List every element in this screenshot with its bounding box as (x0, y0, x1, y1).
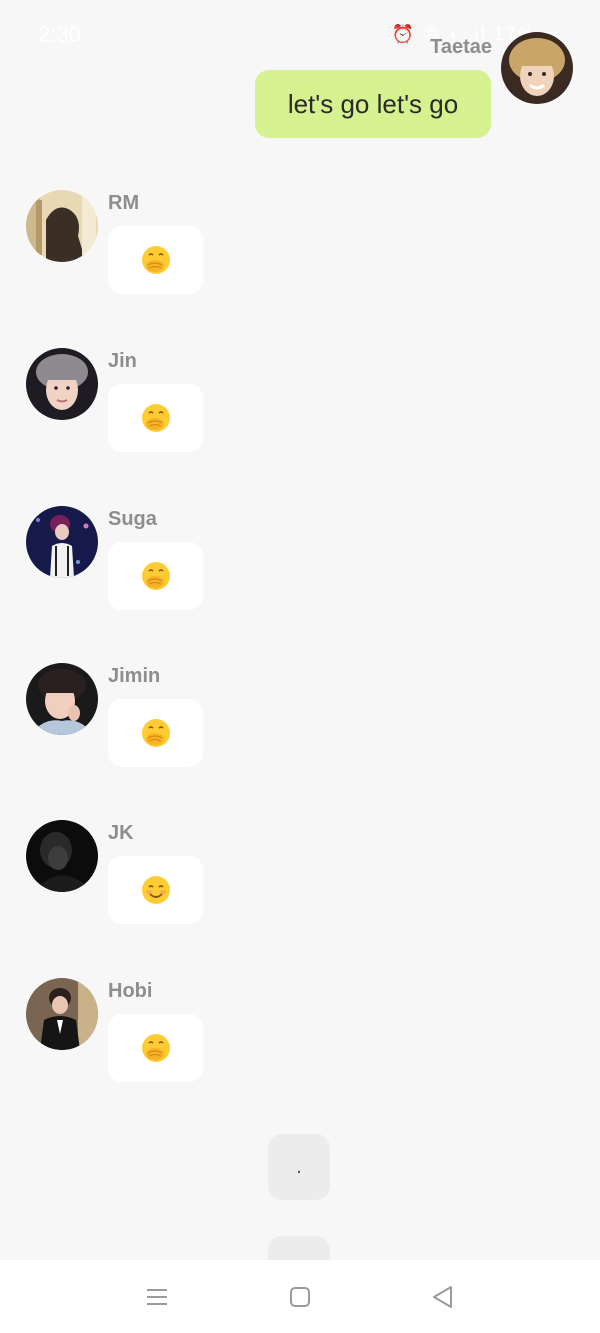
avatar-jin[interactable] (26, 348, 98, 420)
sender-name: Suga (108, 508, 157, 530)
hand-over-mouth-icon (141, 404, 170, 432)
message-row-hobi: Hobi (0, 978, 600, 1098)
avatar-jimin[interactable] (26, 663, 98, 735)
sent-message: Taetae let's go let's go (0, 0, 600, 150)
typing-indicator-text: . (296, 1155, 302, 1178)
hand-over-mouth-icon (141, 246, 170, 274)
sender-name: Hobi (108, 980, 153, 1002)
message-bubble[interactable] (108, 1014, 203, 1082)
back-triangle-icon[interactable] (428, 1282, 458, 1312)
typing-indicator-bubble: . (268, 1134, 330, 1200)
message-row-jin: Jin (0, 348, 600, 468)
sender-name: RM (108, 192, 140, 214)
message-bubble[interactable] (108, 226, 203, 294)
avatar-jk[interactable] (26, 820, 98, 892)
message-bubble[interactable] (108, 384, 203, 452)
navigation-bar (0, 1260, 600, 1333)
hand-over-mouth-icon (141, 562, 170, 590)
avatar-suga[interactable] (26, 506, 98, 578)
chat-screen: 2:30 ⏰ ✆ ◖ .ıl 17% ▭ Taetae let's go let… (0, 0, 600, 1333)
smiling-face-icon (141, 876, 170, 904)
message-row-rm: RM (0, 190, 600, 310)
sent-message-text: let's go let's go (287, 88, 459, 119)
hand-over-mouth-icon (141, 1034, 170, 1062)
avatar-rm[interactable] (26, 190, 98, 262)
home-square-icon[interactable] (285, 1282, 315, 1312)
message-row-suga: Suga (0, 506, 600, 626)
sender-name: Jimin (108, 665, 161, 687)
message-row-jimin: Jimin (0, 663, 600, 783)
avatar-hobi[interactable] (26, 978, 98, 1050)
sender-name: JK (108, 822, 134, 844)
message-bubble[interactable] (108, 699, 203, 767)
hand-over-mouth-icon (141, 719, 170, 747)
message-bubble[interactable] (108, 856, 203, 924)
sender-name: Jin (108, 350, 137, 372)
message-row-jk: JK (0, 820, 600, 940)
sent-message-bubble[interactable]: let's go let's go (255, 70, 491, 138)
avatar-taetae[interactable] (501, 32, 573, 104)
message-bubble[interactable] (108, 542, 203, 610)
sent-sender-name: Taetae (430, 36, 492, 58)
menu-icon[interactable] (142, 1282, 172, 1312)
